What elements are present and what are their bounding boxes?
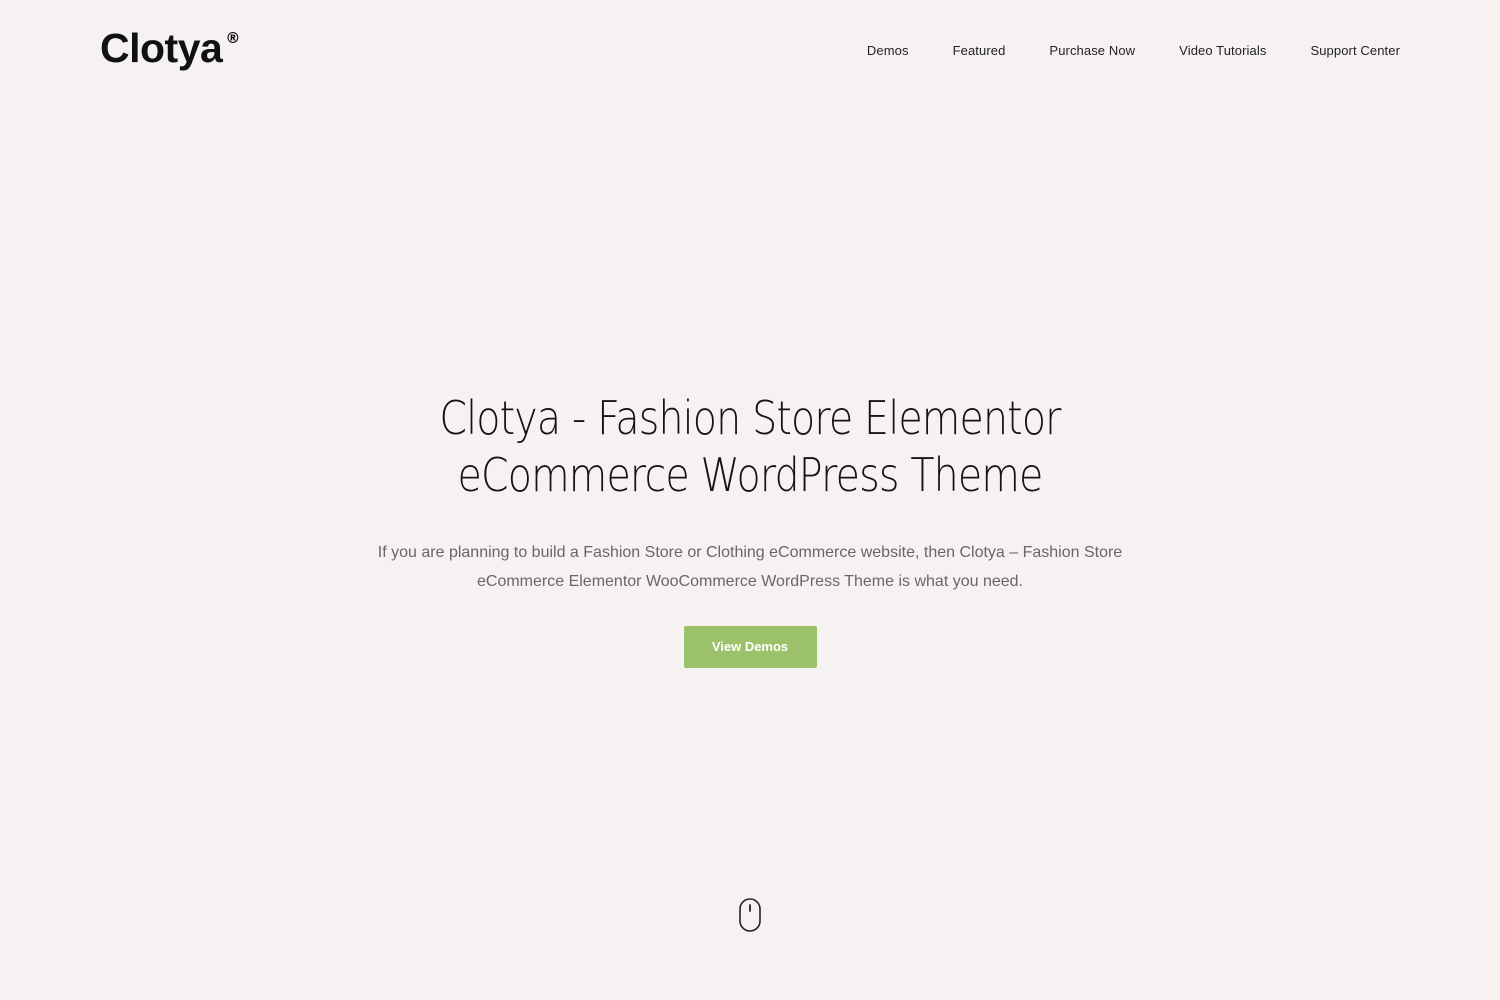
view-demos-button[interactable]: View Demos bbox=[683, 626, 817, 668]
nav-item-purchase-now[interactable]: Purchase Now bbox=[1049, 42, 1135, 60]
logo-text: Clotya bbox=[100, 25, 223, 71]
mouse-icon bbox=[739, 898, 761, 932]
site-header: Clotya ® Demos Featured Purchase Now Vid… bbox=[0, 0, 1500, 100]
hero-subtitle-line2: eCommerce Elementor WooCommerce WordPres… bbox=[477, 573, 1023, 590]
hero-title-line2: eCommerce WordPress Theme bbox=[457, 448, 1044, 502]
nav-item-support-center[interactable]: Support Center bbox=[1310, 42, 1400, 60]
hero-section: Clotya - Fashion Store Elementor eCommer… bbox=[0, 390, 1500, 668]
registered-mark: ® bbox=[225, 29, 241, 47]
nav-item-featured[interactable]: Featured bbox=[953, 42, 1006, 60]
hero-title: Clotya - Fashion Store Elementor eCommer… bbox=[423, 390, 1077, 504]
scroll-down-indicator[interactable] bbox=[738, 897, 762, 933]
nav-item-video-tutorials[interactable]: Video Tutorials bbox=[1179, 42, 1266, 60]
hero-title-line1: Clotya - Fashion Store Elementor bbox=[439, 391, 1061, 445]
nav-item-demos[interactable]: Demos bbox=[867, 42, 909, 60]
hero-subtitle-line1: If you are planning to build a Fashion S… bbox=[377, 544, 1123, 561]
main-nav: Demos Featured Purchase Now Video Tutori… bbox=[867, 42, 1400, 60]
hero-subtitle: If you are planning to build a Fashion S… bbox=[340, 538, 1160, 596]
logo[interactable]: Clotya ® bbox=[100, 26, 240, 70]
